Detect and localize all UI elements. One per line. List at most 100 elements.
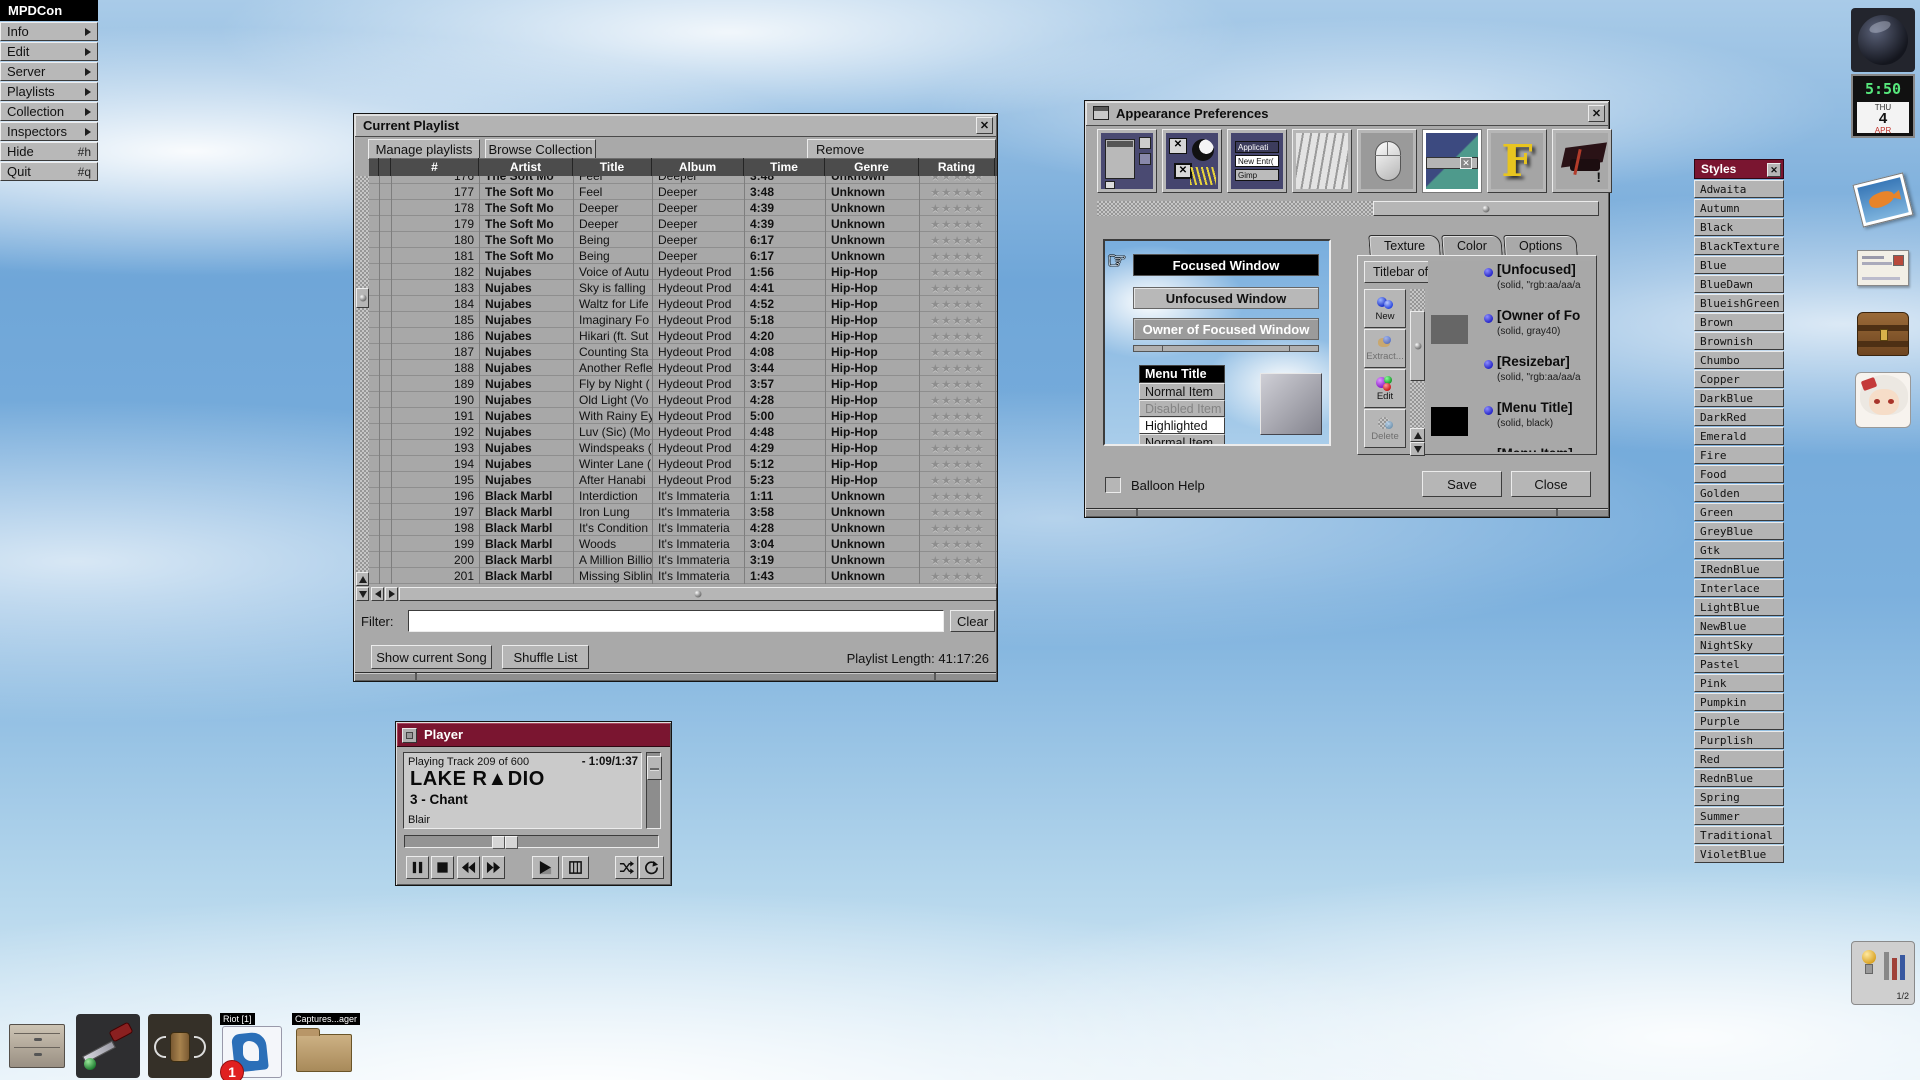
resize-bar[interactable] bbox=[355, 672, 996, 680]
table-row[interactable]: 199Black MarblWoodsIt's Immateria3:04Unk… bbox=[369, 536, 997, 552]
style-item-red[interactable]: Red bbox=[1694, 750, 1784, 768]
playlist-table-header[interactable]: #ArtistTitleAlbumTimeGenreRating bbox=[369, 158, 997, 176]
edit-texture-button[interactable]: Edit bbox=[1364, 369, 1406, 408]
style-item-adwaita[interactable]: Adwaita bbox=[1694, 180, 1784, 198]
styles-titlebar[interactable]: Styles ✕ bbox=[1694, 159, 1784, 179]
save-button[interactable]: Save bbox=[1422, 471, 1502, 497]
new-texture-button[interactable]: New bbox=[1364, 289, 1406, 328]
table-row[interactable]: 183NujabesSky is fallingHydeout Prod4:41… bbox=[369, 280, 997, 296]
style-item-darkred[interactable]: DarkRed bbox=[1694, 408, 1784, 426]
preview-owner-titlebar[interactable]: Owner of Focused Window bbox=[1133, 318, 1319, 340]
preview-menu-item[interactable]: Normal Item bbox=[1139, 383, 1225, 400]
table-row[interactable]: 188NujabesAnother RefleHydeout Prod3:44H… bbox=[369, 360, 997, 376]
table-row[interactable]: 194NujabesWinter Lane (Hydeout Prod5:12H… bbox=[369, 456, 997, 472]
style-item-interlace[interactable]: Interlace bbox=[1694, 579, 1784, 597]
mpdcon-item-server[interactable]: Server bbox=[0, 62, 98, 81]
style-item-food[interactable]: Food bbox=[1694, 465, 1784, 483]
table-row[interactable]: 198Black MarblIt's ConditionIt's Immater… bbox=[369, 520, 997, 536]
style-item-pastel[interactable]: Pastel bbox=[1694, 655, 1784, 673]
table-row[interactable]: 191NujabesWith Rainy EyHydeout Prod5:00H… bbox=[369, 408, 997, 424]
table-row[interactable]: 187NujabesCounting StaHydeout Prod4:08Hi… bbox=[369, 344, 997, 360]
column-header-Rating[interactable]: Rating bbox=[919, 158, 995, 176]
style-item-summer[interactable]: Summer bbox=[1694, 807, 1784, 825]
icons-scrollbar[interactable] bbox=[1097, 201, 1599, 216]
mpdcon-item-inspectors[interactable]: Inspectors bbox=[0, 122, 98, 141]
miniaturize-icon[interactable] bbox=[402, 728, 417, 743]
table-row[interactable]: 195NujabesAfter HanabiHydeout Prod5:23Hi… bbox=[369, 472, 997, 488]
style-item-golden[interactable]: Golden bbox=[1694, 484, 1784, 502]
pref-font-icon[interactable]: F bbox=[1487, 129, 1547, 193]
style-item-black[interactable]: Black bbox=[1694, 218, 1784, 236]
column-header-Genre[interactable]: Genre bbox=[825, 158, 919, 176]
table-row[interactable]: 178The Soft MoDeeperDeeper4:39Unknown★★★… bbox=[369, 200, 997, 216]
table-row[interactable]: 182NujabesVoice of AutuHydeout Prod1:56H… bbox=[369, 264, 997, 280]
resize-bar[interactable] bbox=[1086, 508, 1608, 516]
playlist-table[interactable]: 176The Soft MoFeelDeeper3:48Unknown★★★★★… bbox=[369, 176, 997, 584]
appearance-titlebar[interactable]: Appearance Preferences ✕ bbox=[1086, 102, 1608, 126]
pref-focus-icon[interactable]: ✕ ✕ bbox=[1162, 129, 1222, 193]
mpdcon-item-playlists[interactable]: Playlists bbox=[0, 82, 98, 101]
texture-entry[interactable]: [Menu Item] bbox=[1428, 445, 1594, 452]
style-item-gtk[interactable]: Gtk bbox=[1694, 541, 1784, 559]
horizontal-scrollbar-knob[interactable] bbox=[399, 587, 997, 601]
style-item-rednblue[interactable]: RednBlue bbox=[1694, 769, 1784, 787]
texture-entry[interactable]: [Owner of Fo(solid, gray40) bbox=[1428, 307, 1594, 353]
tab-options[interactable]: Options bbox=[1503, 235, 1578, 256]
dock-picture-icon[interactable] bbox=[1851, 170, 1915, 234]
style-item-pink[interactable]: Pink bbox=[1694, 674, 1784, 692]
show-current-song-button[interactable]: Show current Song bbox=[371, 645, 492, 669]
close-button[interactable]: Close bbox=[1511, 471, 1591, 497]
table-row[interactable]: 184NujabesWaltz for LifeHydeout Prod4:52… bbox=[369, 296, 997, 312]
preview-focused-titlebar[interactable]: Focused Window bbox=[1133, 254, 1319, 276]
style-item-violetblue[interactable]: VioletBlue bbox=[1694, 845, 1784, 863]
style-item-purplish[interactable]: Purplish bbox=[1694, 731, 1784, 749]
pref-expert-icon[interactable]: ! bbox=[1552, 129, 1612, 193]
scroll-up-icon[interactable] bbox=[356, 572, 369, 586]
preview-unfocused-titlebar[interactable]: Unfocused Window bbox=[1133, 287, 1319, 309]
style-item-blue[interactable]: Blue bbox=[1694, 256, 1784, 274]
close-icon[interactable]: ✕ bbox=[1588, 105, 1605, 122]
style-item-spring[interactable]: Spring bbox=[1694, 788, 1784, 806]
table-row[interactable]: 193NujabesWindspeaks (Hydeout Prod4:29Hi… bbox=[369, 440, 997, 456]
preview-menu-item[interactable]: Disabled Item bbox=[1139, 400, 1225, 417]
mpdcon-item-edit[interactable]: Edit bbox=[0, 42, 98, 61]
table-row[interactable]: 181The Soft MoBeingDeeper6:17Unknown★★★★… bbox=[369, 248, 997, 264]
close-icon[interactable]: ✕ bbox=[1767, 163, 1781, 177]
table-row[interactable]: 200Black MarblA Million BillioIt's Immat… bbox=[369, 552, 997, 568]
column-header-blank[interactable] bbox=[379, 158, 391, 176]
style-item-chumbo[interactable]: Chumbo bbox=[1694, 351, 1784, 369]
pause-button[interactable] bbox=[406, 856, 429, 879]
balloon-help-checkbox[interactable] bbox=[1105, 477, 1121, 493]
mpdcon-menu-title[interactable]: MPDCon bbox=[0, 0, 98, 21]
mpdcon-item-hide[interactable]: Hide#h bbox=[0, 142, 98, 161]
style-item-blueishgreen[interactable]: BlueishGreen bbox=[1694, 294, 1784, 312]
table-row[interactable]: 192NujabesLuv (Sic) (MoHydeout Prod4:48H… bbox=[369, 424, 997, 440]
tab-color[interactable]: Color bbox=[1441, 235, 1502, 256]
preview-icon-tile[interactable] bbox=[1260, 373, 1322, 435]
table-row[interactable]: 189NujabesFly by Night (Hydeout Prod3:57… bbox=[369, 376, 997, 392]
mpdcon-item-quit[interactable]: Quit#q bbox=[0, 162, 98, 181]
delete-texture-button[interactable]: Delete bbox=[1364, 409, 1406, 448]
texture-list[interactable]: [Unfocused](solid, "rgb:aa/aa/a[Owner of… bbox=[1428, 261, 1594, 452]
style-item-autumn[interactable]: Autumn bbox=[1694, 199, 1784, 217]
table-row[interactable]: 177The Soft MoFeelDeeper3:48Unknown★★★★★ bbox=[369, 184, 997, 200]
volume-slider-thumb[interactable] bbox=[647, 756, 662, 780]
stop-button[interactable] bbox=[431, 856, 454, 879]
style-item-lightblue[interactable]: LightBlue bbox=[1694, 598, 1784, 616]
style-item-irednblue[interactable]: IRednBlue bbox=[1694, 560, 1784, 578]
dock-letter-icon[interactable] bbox=[1851, 236, 1915, 300]
dock-radio-icon[interactable] bbox=[148, 1014, 212, 1078]
pref-appearance-icon-selected[interactable]: ✕ bbox=[1422, 129, 1482, 193]
style-item-nightsky[interactable]: NightSky bbox=[1694, 636, 1784, 654]
repeat-button[interactable] bbox=[639, 856, 664, 879]
style-item-bluedawn[interactable]: BlueDawn bbox=[1694, 275, 1784, 293]
style-item-pumpkin[interactable]: Pumpkin bbox=[1694, 693, 1784, 711]
style-item-traditional[interactable]: Traditional bbox=[1694, 826, 1784, 844]
scroll-left-icon[interactable] bbox=[371, 587, 384, 601]
dock-sphere-icon[interactable] bbox=[1851, 8, 1915, 72]
next-button[interactable] bbox=[482, 856, 505, 879]
remove-button[interactable]: Remove bbox=[807, 139, 996, 160]
clear-button[interactable]: Clear bbox=[950, 610, 995, 632]
manage-playlists-button[interactable]: Manage playlists bbox=[368, 139, 480, 160]
texture-entry[interactable]: [Resizebar](solid, "rgb:aa/aa/a bbox=[1428, 353, 1594, 399]
